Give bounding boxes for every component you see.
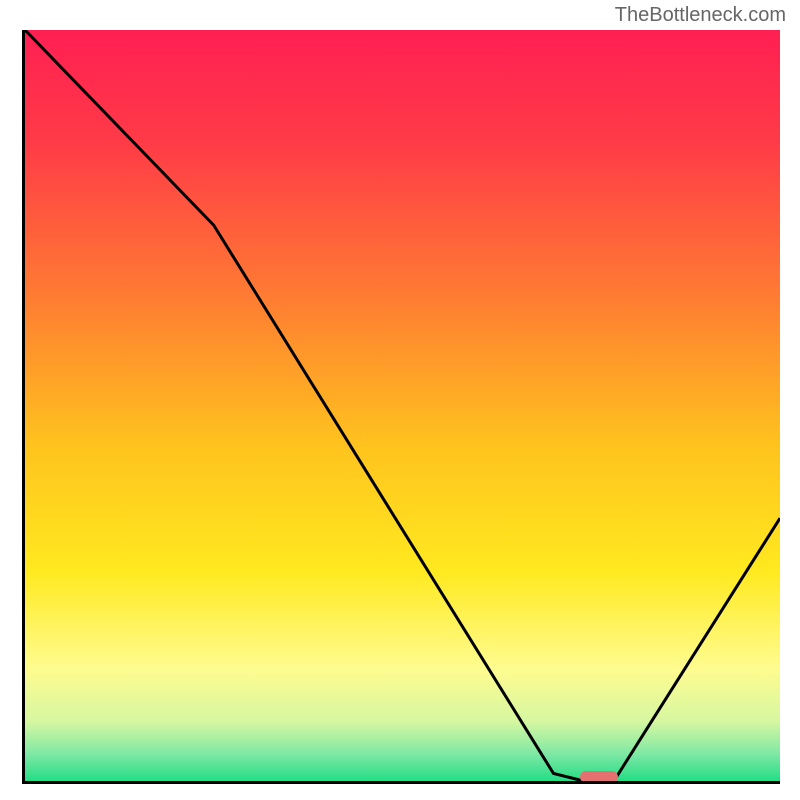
plot-area xyxy=(22,30,780,784)
chart-container: TheBottleneck.com xyxy=(0,0,800,800)
optimum-marker xyxy=(580,771,618,783)
watermark-text: TheBottleneck.com xyxy=(615,4,786,27)
chart-curve xyxy=(25,30,780,781)
